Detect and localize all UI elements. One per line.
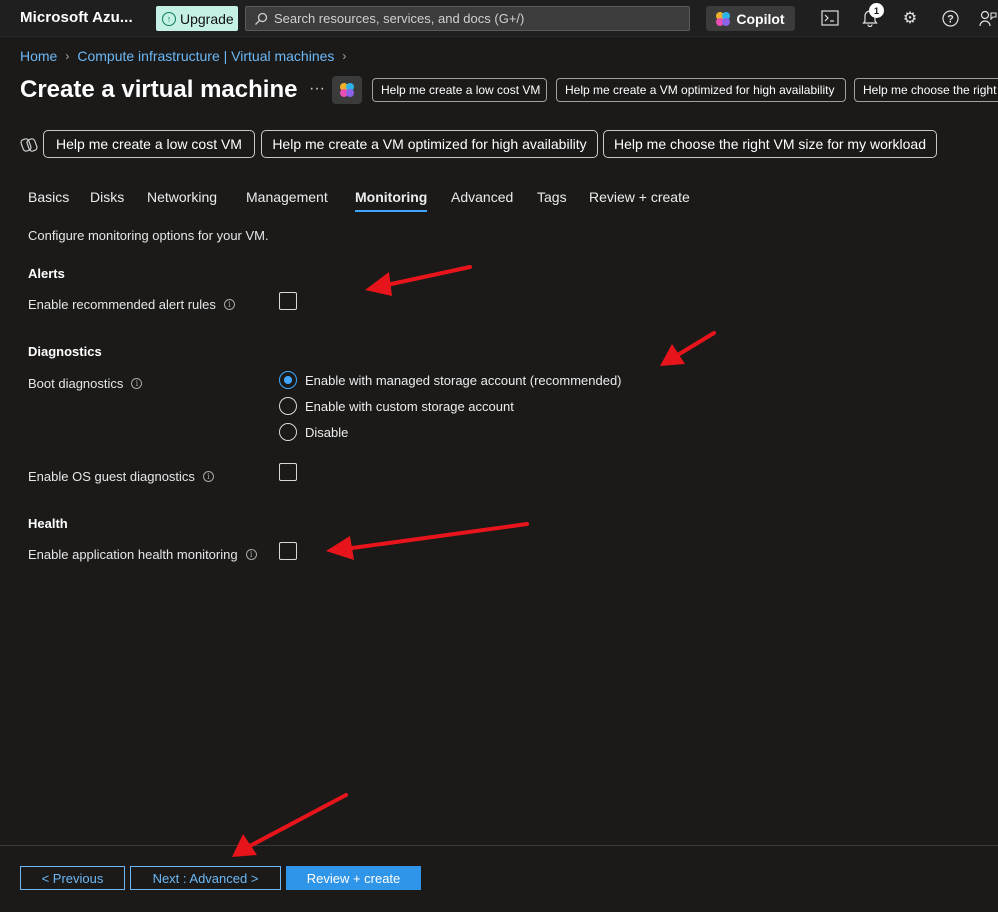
os-guest-diagnostics-text: Enable OS guest diagnostics (28, 469, 195, 484)
recommended-alert-rules-checkbox[interactable] (279, 292, 297, 310)
chip-high-availability[interactable]: Help me create a VM optimized for high a… (556, 78, 846, 102)
help-icon[interactable]: ? (940, 8, 960, 28)
footer-divider (0, 845, 998, 846)
alerts-heading: Alerts (28, 266, 65, 281)
upgrade-button[interactable]: ↑ Upgrade (156, 6, 238, 31)
radio-button[interactable] (279, 397, 297, 415)
breadcrumb-virtual-machines[interactable]: Compute infrastructure | Virtual machine… (77, 48, 334, 64)
copilot-label: Copilot (736, 10, 785, 27)
svg-text:?: ? (947, 13, 954, 25)
search-input[interactable] (274, 11, 674, 26)
chip-vm-size[interactable]: Help me choose the right VM size for my … (854, 78, 998, 102)
tab-description: Configure monitoring options for your VM… (28, 228, 269, 243)
top-bar: Microsoft Azu... ↑ Upgrade Copilot 1 ⚙ ? (0, 0, 998, 37)
boot-diagnostics-text: Boot diagnostics (28, 376, 124, 391)
os-guest-diagnostics-checkbox[interactable] (279, 463, 297, 481)
suggestion-high-availability[interactable]: Help me create a VM optimized for high a… (261, 130, 598, 158)
tab-tags[interactable]: Tags (537, 189, 567, 205)
info-icon[interactable]: i (202, 471, 214, 482)
os-guest-diagnostics-label: Enable OS guest diagnostics i (28, 469, 214, 484)
tab-monitoring[interactable]: Monitoring (355, 189, 427, 205)
radio-button[interactable] (279, 423, 297, 441)
recommended-alert-rules-label: Enable recommended alert rules i (28, 297, 235, 312)
tab-networking[interactable]: Networking (147, 189, 217, 205)
portal-brand[interactable]: Microsoft Azu... (20, 9, 133, 26)
active-tab-indicator (355, 210, 427, 212)
radio-disable-label: Disable (305, 424, 349, 440)
copilot-suggest-button[interactable] (332, 76, 362, 104)
radio-managed-storage[interactable]: Enable with managed storage account (rec… (279, 371, 622, 389)
app-health-monitoring-label: Enable application health monitoring i (28, 547, 257, 562)
copilot-icon (340, 83, 354, 97)
radio-button-selected[interactable] (279, 371, 297, 389)
info-icon[interactable]: i (245, 549, 257, 560)
copilot-icon (716, 11, 731, 26)
tab-basics[interactable]: Basics (28, 189, 69, 205)
boot-diagnostics-label: Boot diagnostics i (28, 376, 143, 391)
app-health-monitoring-text: Enable application health monitoring (28, 547, 238, 562)
chip-low-cost-vm[interactable]: Help me create a low cost VM (372, 78, 547, 102)
chevron-right-icon: › (65, 49, 70, 63)
cloud-shell-icon[interactable] (820, 8, 840, 28)
previous-button[interactable]: < Previous (20, 866, 125, 890)
feedback-icon[interactable] (978, 8, 998, 28)
radio-disable[interactable]: Disable (279, 423, 348, 441)
diagnostics-heading: Diagnostics (28, 344, 102, 359)
copilot-button[interactable]: Copilot (706, 6, 795, 31)
breadcrumb-home[interactable]: Home (20, 48, 57, 64)
upgrade-label: Upgrade (180, 10, 234, 27)
radio-managed-storage-label: Enable with managed storage account (rec… (305, 372, 622, 388)
suggestion-low-cost-vm[interactable]: Help me create a low cost VM (43, 130, 255, 158)
review-create-button[interactable]: Review + create (286, 866, 421, 890)
search-icon (255, 12, 268, 25)
global-search[interactable] (245, 6, 690, 31)
breadcrumb: Home › Compute infrastructure | Virtual … (20, 48, 346, 64)
copilot-outline-icon (20, 138, 38, 152)
annotation-arrow (326, 522, 529, 560)
suggestion-vm-size[interactable]: Help me choose the right VM size for my … (603, 130, 937, 158)
app-health-monitoring-checkbox[interactable] (279, 542, 297, 560)
chevron-right-icon: › (342, 49, 347, 63)
recommended-alert-rules-text: Enable recommended alert rules (28, 297, 216, 312)
radio-custom-storage-label: Enable with custom storage account (305, 398, 514, 414)
health-heading: Health (28, 516, 68, 531)
tab-review-create[interactable]: Review + create (589, 189, 690, 205)
info-icon[interactable]: i (131, 378, 143, 389)
tab-management[interactable]: Management (246, 189, 328, 205)
tab-advanced[interactable]: Advanced (451, 189, 513, 205)
annotation-arrow (660, 331, 716, 366)
gear-icon[interactable]: ⚙ (900, 8, 920, 28)
arrow-up-icon: ↑ (162, 11, 176, 26)
radio-custom-storage[interactable]: Enable with custom storage account (279, 397, 514, 415)
next-advanced-button[interactable]: Next : Advanced > (130, 866, 281, 890)
annotation-arrow (365, 265, 472, 296)
more-actions-icon[interactable]: ··· (309, 80, 325, 98)
notification-badge: 1 (869, 3, 884, 18)
info-icon[interactable]: i (223, 299, 235, 310)
tab-disks[interactable]: Disks (90, 189, 124, 205)
page-title: Create a virtual machine (20, 76, 298, 103)
annotation-arrow (232, 793, 348, 857)
